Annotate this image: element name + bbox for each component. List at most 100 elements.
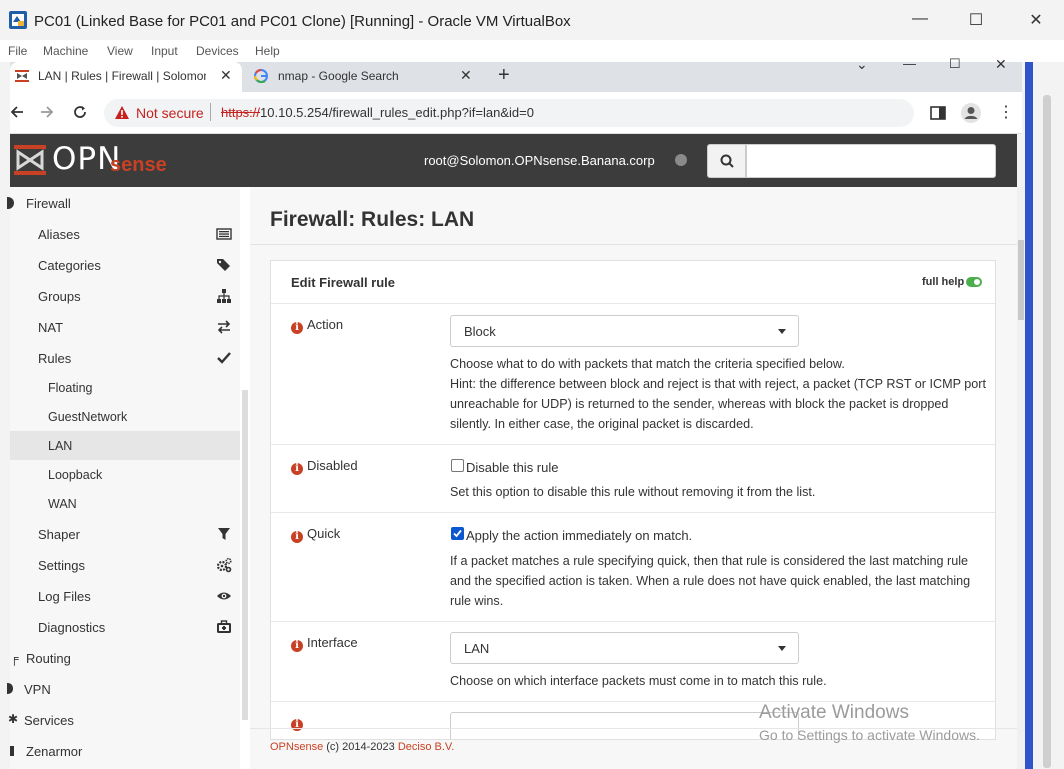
action-select[interactable]: Block [450,315,799,347]
disable-rule-checkbox[interactable] [451,459,464,472]
next-select-cut[interactable] [450,712,799,739]
search-button[interactable] [707,144,746,178]
side-panel-icon[interactable] [930,105,946,121]
close-icon[interactable]: ✕ [1026,10,1046,30]
sidebar-item-settings[interactable]: Settings [10,549,240,580]
sidebar-subitem-lan[interactable]: LAN [10,431,240,460]
sidebar-item-categories[interactable]: Categories [10,249,240,280]
sidebar-item-firewall[interactable]: Firewall [7,187,240,218]
sidebar-item-shaper[interactable]: Shaper [10,518,240,549]
menu-help[interactable]: Help [255,44,280,58]
minimize-icon[interactable]: — [910,10,930,30]
tab-search-icon[interactable]: ⌄ [856,56,868,73]
menu-devices[interactable]: Devices [196,44,239,58]
info-icon[interactable]: i [291,531,303,543]
sidebar-subitem-wan[interactable]: WAN [10,489,240,518]
footer-company[interactable]: Deciso B.V. [398,741,454,753]
menu-machine[interactable]: Machine [43,44,88,58]
sidebar-item-rules[interactable]: Rules [10,342,240,373]
sidebar-item-label: GuestNetwork [48,410,128,424]
search-input[interactable] [746,144,996,178]
interface-select[interactable]: LAN [450,632,799,664]
browser-maximize-icon[interactable]: ☐ [949,56,961,72]
title-divider [250,244,1017,245]
tab-google[interactable]: nmap - Google Search ✕ [248,62,480,92]
info-icon[interactable]: i [291,463,303,475]
sidebar-item-label: Floating [48,381,93,395]
search-icon [720,154,734,168]
filter-icon [216,526,232,542]
menu-view[interactable]: View [107,44,133,58]
browser-minimize-icon[interactable]: — [903,56,916,71]
menu-input[interactable]: Input [151,44,178,58]
tags-icon [216,257,232,273]
sidebar-item-log-files[interactable]: Log Files [10,580,240,611]
not-secure-label[interactable]: Not secure [136,105,204,121]
disabled-help: Set this option to disable this rule wit… [450,485,816,499]
sidebar-item-services[interactable]: ✱ Services [8,704,240,735]
info-icon[interactable]: i [291,719,303,731]
action-select-value: Block [464,324,496,339]
sidebar-item-label: Aliases [38,227,80,242]
activate-windows-watermark: Activate Windows Go to Settings to activ… [759,702,980,743]
sidebar-subitem-guestnetwork[interactable]: GuestNetwork [10,402,240,431]
url-bar[interactable]: Not secure https://10.10.5.254/firewall_… [104,99,914,127]
quick-help: If a packet matches a rule specifying qu… [450,554,971,608]
info-icon[interactable]: i [291,640,303,652]
disable-rule-checkbox-label[interactable]: Disable this rule [466,460,559,475]
back-icon[interactable] [10,104,24,120]
vpn-icon [7,683,13,694]
browser-menu-icon[interactable]: ⋮ [998,102,1014,122]
full-help-toggle[interactable]: full help [922,276,982,288]
sidebar-item-label: Loopback [48,468,103,482]
row-disabled: i Disabled Disable this rule Set this opt… [271,444,995,512]
tab-label: LAN | Rules | Firewall | Solomon.O [38,69,206,83]
google-favicon [254,69,268,83]
sidebar-item-routing[interactable]: ╒ Routing [10,642,240,673]
url-text[interactable]: https://10.10.5.254/firewall_rules_edit.… [221,105,534,120]
action-help: Choose what to do with packets that matc… [450,354,990,434]
sidebar-item-diagnostics[interactable]: Diagnostics [10,611,240,642]
tab-close-icon[interactable]: ✕ [460,67,472,84]
quick-checkbox-label[interactable]: Apply the action immediately on match. [466,528,692,543]
maximize-icon[interactable]: ☐ [966,10,986,30]
tab-opnsense[interactable]: LAN | Rules | Firewall | Solomon.O ✕ [10,62,242,92]
quick-checkbox[interactable] [451,527,464,540]
vbox-scrollbar-thumb[interactable] [1043,95,1051,768]
sidebar: Firewall Aliases Categories Groups NAT R… [7,187,240,769]
tab-close-icon[interactable]: ✕ [220,67,232,84]
sidebar-scrollbar-thumb[interactable] [242,390,248,720]
sidebar-item-label: Zenarmor [26,744,83,759]
browser-close-icon[interactable]: ✕ [995,56,1007,73]
sidebar-item-label: Categories [38,258,101,273]
current-user[interactable]: root@Solomon.OPNsense.Banana.corp [424,153,655,168]
menu-file[interactable]: File [8,44,27,58]
interface-help: Choose on which interface packets must c… [450,674,827,688]
sidebar-item-zenarmor[interactable]: Zenarmor [10,735,240,766]
interface-select-value: LAN [464,641,490,656]
sidebar-item-aliases[interactable]: Aliases [10,218,240,249]
footer-brand[interactable]: OPNsense [270,741,323,753]
sidebar-item-nat[interactable]: NAT [10,311,240,342]
interface-label: i Interface [291,635,358,652]
info-icon[interactable]: i [291,322,303,334]
warning-icon[interactable] [114,105,130,120]
url-path: 10.10.5.254/firewall_rules_edit.php?if=l… [260,105,534,120]
profile-avatar-icon[interactable] [960,102,982,124]
action-help-line1: Choose what to do with packets that matc… [450,357,845,371]
toggle-knob [974,279,980,285]
reload-icon[interactable] [72,104,88,120]
sidebar-item-groups[interactable]: Groups [10,280,240,311]
sidebar-subitem-floating[interactable]: Floating [10,373,240,402]
toggle-switch[interactable] [966,277,982,287]
sidebar-item-vpn[interactable]: VPN [7,673,240,704]
vbox-titlebar: PC01 (Linked Base for PC01 and PC01 Clon… [0,0,1064,40]
forward-icon[interactable] [40,104,54,120]
sidebar-subitem-loopback[interactable]: Loopback [10,460,240,489]
logo-text-sense: sense [110,154,167,176]
tab-label: nmap - Google Search [278,69,399,83]
new-tab-icon[interactable]: + [498,64,510,87]
row-interface: i Interface LAN Choose on which interface… [271,621,995,701]
page-scrollbar-thumb[interactable] [1018,240,1024,320]
opnsense-logo[interactable]: OPN sense [14,141,174,178]
